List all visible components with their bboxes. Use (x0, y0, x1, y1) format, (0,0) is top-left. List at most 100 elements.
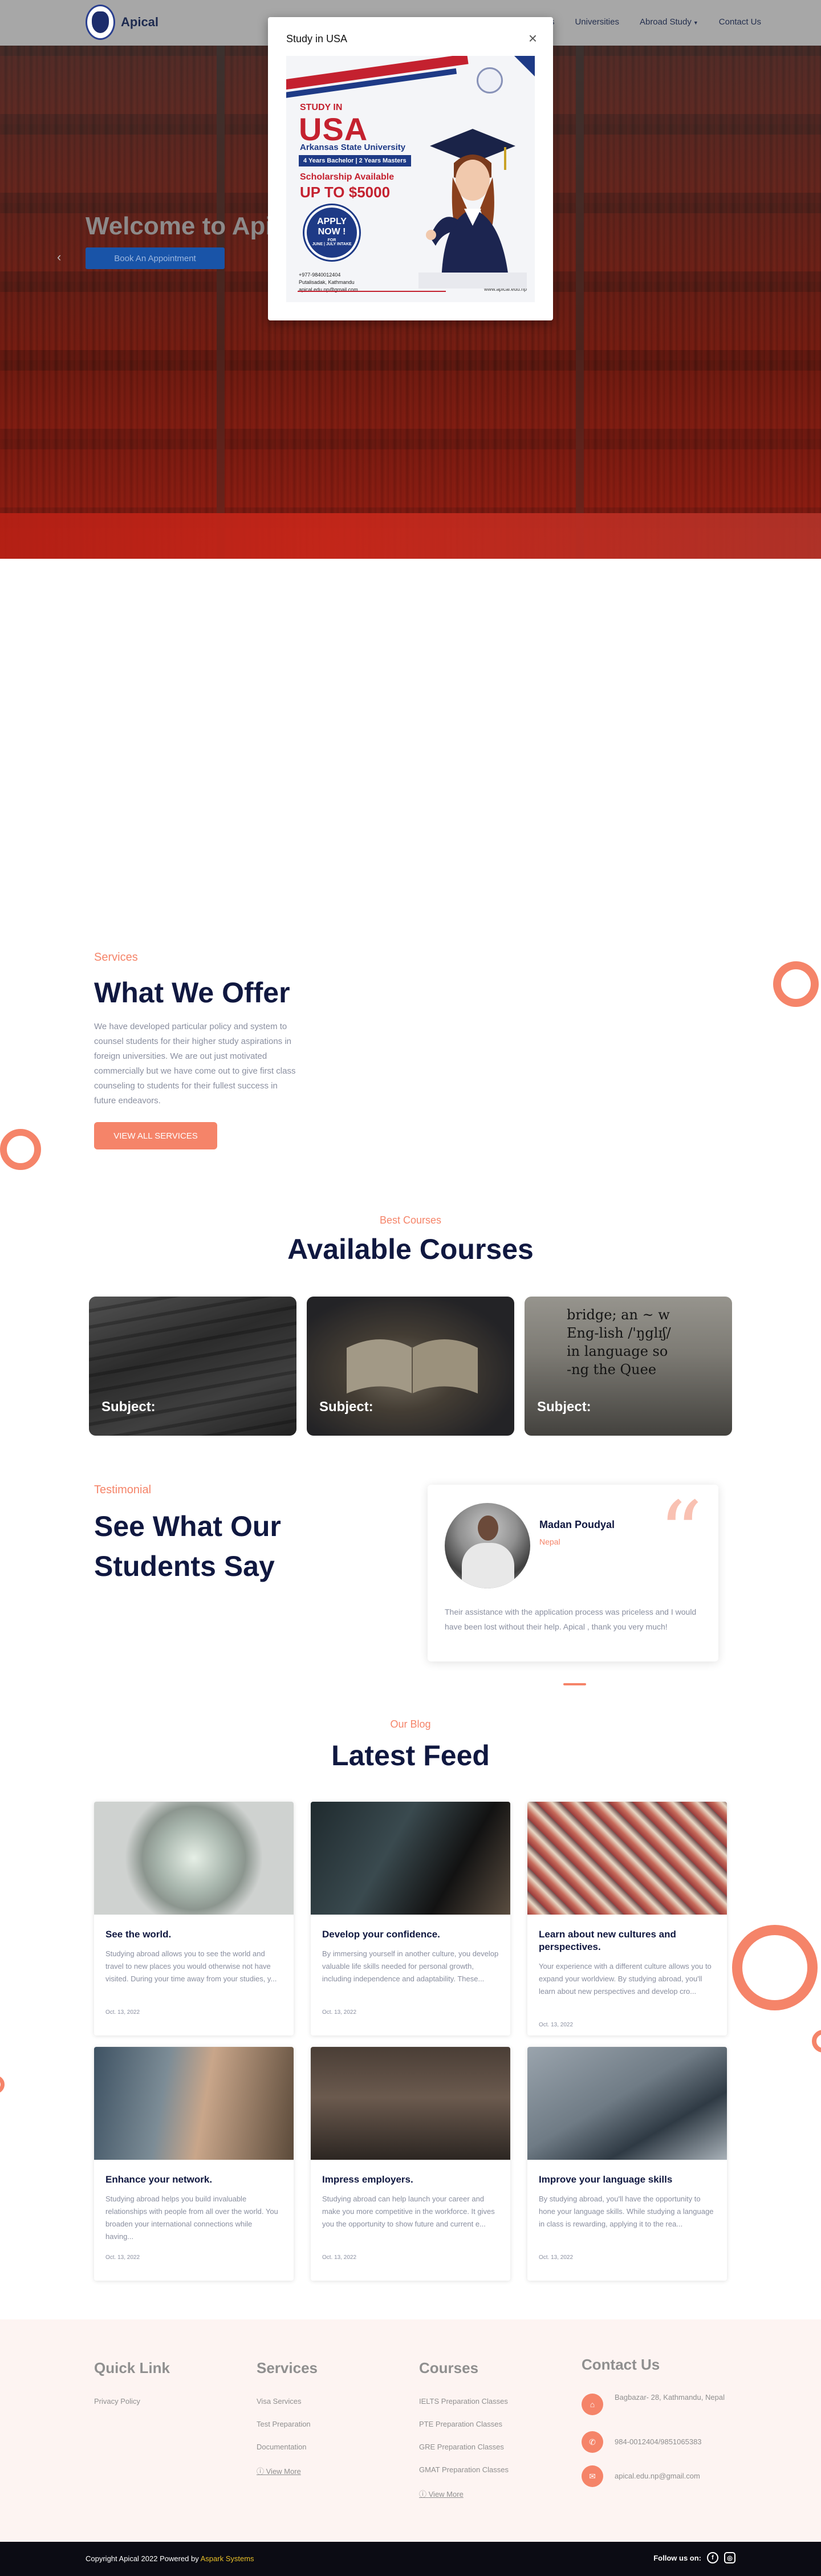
decorative-ring-icon (732, 1925, 818, 2010)
quote-icon: “ (659, 1484, 702, 1583)
footer-quick-link-title: Quick Link (94, 2359, 170, 2376)
email-icon: ✉ (582, 2465, 603, 2487)
confidence-image (311, 1802, 510, 1915)
services-title: What We Offer (94, 977, 290, 1009)
chevron-left-icon[interactable]: ‹ (57, 250, 61, 265)
study-in-usa-modal: Study in USA × STUDY IN USA Arkansas Sta… (268, 17, 553, 320)
course-subject: Subject: (319, 1399, 373, 1415)
decorative-ring-icon (773, 961, 819, 1007)
blog-post-date: Oct. 13, 2022 (539, 2022, 574, 2028)
footer-courses-link[interactable]: GMAT Preparation Classes (419, 2465, 509, 2474)
services-view-more-link[interactable]: ⓘ View More (257, 2465, 301, 2476)
testimonial-country: Nepal (539, 1537, 560, 1546)
graduate-student-illustration (418, 129, 527, 289)
footer-courses-link[interactable]: IELTS Preparation Classes (419, 2397, 508, 2406)
powered-by-link[interactable]: Aspark Systems (201, 2554, 254, 2563)
blog-post-title[interactable]: Develop your confidence. (322, 1928, 499, 1941)
footer-services-link[interactable]: Documentation (257, 2443, 306, 2451)
phone-dictionary-image (527, 2047, 727, 2160)
blog-post-excerpt: By immersing yourself in another culture… (322, 1949, 499, 1983)
footer-services-link[interactable]: Test Preparation (257, 2420, 311, 2428)
blog-post-excerpt: Studying abroad allows you to see the wo… (105, 1949, 277, 1983)
blog-post-title[interactable]: See the world. (105, 1928, 282, 1941)
blog-post-excerpt: Studying abroad helps you build invaluab… (105, 2195, 278, 2241)
facebook-icon[interactable]: f (707, 2552, 718, 2563)
contact-phone[interactable]: 984-0012404/9851065383 (615, 2436, 729, 2448)
blog-post-date: Oct. 13, 2022 (322, 2009, 357, 2016)
privacy-policy-link[interactable]: Privacy Policy (94, 2397, 140, 2406)
info-circle-icon: ⓘ (257, 2467, 266, 2476)
course-card[interactable]: bridge; an ~ w Eng-lish /'ŋglɪʃ/ in lang… (525, 1297, 732, 1436)
courses-view-more-link[interactable]: ⓘ View More (419, 2488, 464, 2499)
decorative-ring-icon (0, 2075, 5, 2094)
blog-post-excerpt: Studying abroad can help launch your car… (322, 2195, 495, 2228)
services-description: We have developed particular policy and … (94, 1022, 296, 1106)
services-label: Services (94, 951, 138, 964)
view-all-services-button[interactable]: VIEW ALL SERVICES (94, 1122, 217, 1149)
footer-courses-link[interactable]: GRE Preparation Classes (419, 2443, 504, 2451)
apply-now-badge: APPLY NOW ! FOR JUNE | JULY INTAKE (304, 205, 359, 260)
blog-post-date: Oct. 13, 2022 (105, 2009, 140, 2016)
testimonial-text: Their assistance with the application pr… (445, 1607, 697, 1631)
blog-card[interactable]: Develop your confidence. By immersing yo… (311, 1802, 510, 2035)
blog-card[interactable]: See the world. Studying abroad allows yo… (94, 1802, 294, 2035)
bottom-bar: Copyright Apical 2022 Powered by Aspark … (0, 2542, 821, 2576)
blog-label: Our Blog (390, 1718, 431, 1730)
follow-us: Follow us on: f ◎ (653, 2552, 735, 2563)
testimonial-label: Testimonial (94, 1484, 152, 1496)
testimonial-card: Madan Poudyal Nepal “ Their assistance w… (428, 1485, 718, 1661)
blog-post-date: Oct. 13, 2022 (539, 2254, 574, 2261)
contact-address: Bagbazar- 28, Kathmandu, Nepal (615, 2393, 725, 2402)
nav-link-abroad-study[interactable]: Abroad Study ▼ (640, 17, 698, 27)
classroom-image (311, 2047, 510, 2160)
book-appointment-button[interactable]: Book An Appointment (86, 247, 225, 269)
course-card[interactable]: Subject: (89, 1297, 296, 1436)
nav-link-universities[interactable]: Universities (575, 17, 619, 27)
testimonial-title: See What Our Students Say (94, 1510, 281, 1582)
blog-card[interactable]: Learn about new cultures and perspective… (527, 1802, 727, 2035)
avatar (445, 1503, 530, 1588)
cultural-dance-image (527, 1802, 727, 1915)
copyright: Copyright Apical 2022 Powered by Aspark … (86, 2554, 254, 2563)
contact-email[interactable]: apical.edu.np@gmail.com (615, 2470, 729, 2482)
blog-card[interactable]: Impress employers. Studying abroad can h… (311, 2047, 510, 2281)
caret-down-icon: ▼ (693, 20, 698, 26)
blog-post-excerpt: Your experience with a different culture… (539, 1962, 712, 1996)
instagram-icon[interactable]: ◎ (724, 2552, 735, 2563)
nav-links: ers Universities Abroad Study▼ Contact U… (543, 17, 761, 27)
blog-card[interactable]: Enhance your network. Studying abroad he… (94, 2047, 294, 2281)
university-seal-icon (477, 67, 503, 94)
nav-link-contact-us[interactable]: Contact Us (719, 17, 761, 27)
info-circle-icon: ⓘ (419, 2490, 429, 2498)
decorative-ring-icon (0, 1129, 41, 1170)
footer-services-link[interactable]: Visa Services (257, 2397, 302, 2406)
footer-courses-title: Courses (419, 2359, 479, 2376)
study-usa-poster[interactable]: STUDY IN USA Arkansas State University 4… (286, 56, 535, 302)
brand-name: Apical (121, 15, 159, 29)
blog-post-date: Oct. 13, 2022 (322, 2254, 357, 2261)
courses-label: Best Courses (379, 1214, 442, 1226)
hero-title: Welcome to Apic (86, 212, 287, 240)
decorative-ring-icon (812, 2030, 821, 2053)
carousel-indicator[interactable] (563, 1683, 586, 1685)
course-subject: Subject: (101, 1399, 156, 1415)
course-subject: Subject: (537, 1399, 591, 1415)
footer: Quick Link Privacy Policy Services Visa … (0, 2319, 821, 2542)
modal-title: Study in USA (286, 33, 348, 44)
blog-card[interactable]: Improve your language skills By studying… (527, 2047, 727, 2281)
close-icon[interactable]: × (529, 31, 537, 46)
blog-post-title[interactable]: Impress employers. (322, 2173, 499, 2186)
blog-post-title[interactable]: Learn about new cultures and perspective… (539, 1928, 716, 1953)
course-card[interactable]: Subject: (307, 1297, 514, 1436)
blog-post-excerpt: By studying abroad, you'll have the oppo… (539, 2195, 714, 2228)
footer-courses-link[interactable]: PTE Preparation Classes (419, 2420, 502, 2428)
footer-services-title: Services (257, 2359, 318, 2376)
globe-image (94, 1802, 294, 1915)
blog-post-title[interactable]: Improve your language skills (539, 2173, 716, 2186)
testimonial-name: Madan Poudyal (539, 1519, 615, 1530)
brand[interactable]: Apical (86, 5, 158, 40)
footer-contact-title: Contact Us (582, 2356, 660, 2373)
courses-title: Available Courses (287, 1233, 534, 1265)
blog-post-title[interactable]: Enhance your network. (105, 2173, 282, 2186)
location-icon: ⌂ (582, 2394, 603, 2415)
